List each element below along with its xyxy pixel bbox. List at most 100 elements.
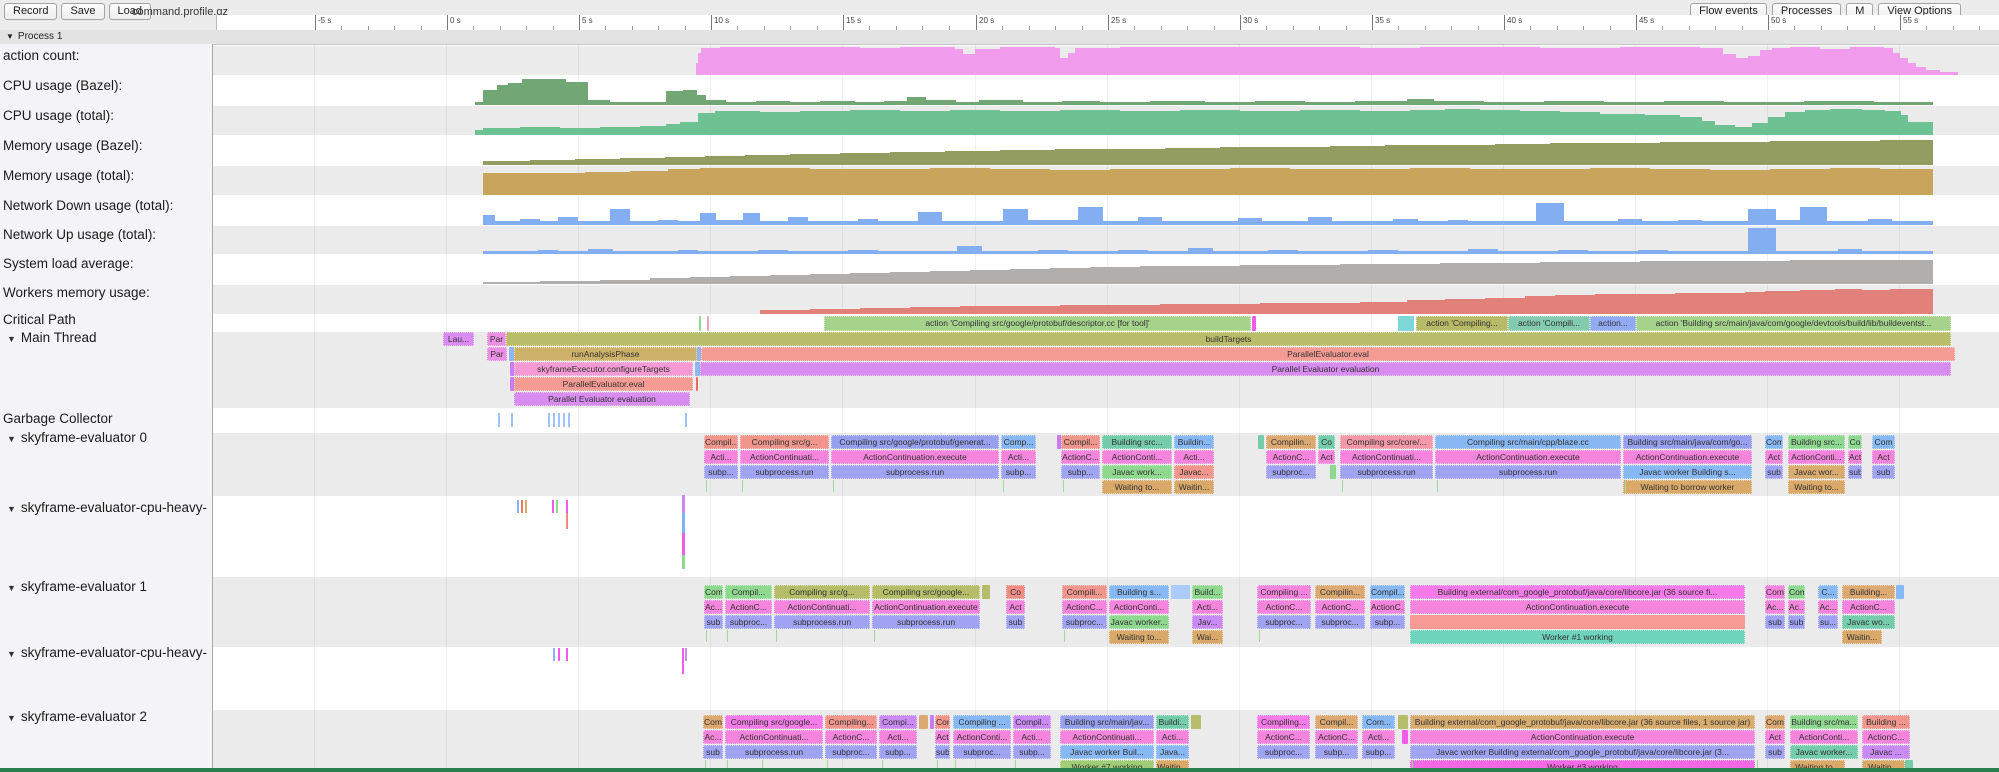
trace-event-bar[interactable]: ActionContinuation.execute	[1410, 600, 1745, 614]
trace-event-bar[interactable]: Compil...	[1061, 435, 1100, 449]
trace-event-bar[interactable]: Building src/ma...	[1790, 715, 1858, 729]
trace-event-tick[interactable]	[521, 500, 523, 513]
trace-event-bar[interactable]: action...	[1590, 316, 1636, 331]
trace-event-bar[interactable]: Javac ...	[1862, 745, 1910, 759]
track-label-skyframe-evaluator-cpu-heavy[interactable]: ▼skyframe-evaluator-cpu-heavy-	[3, 645, 207, 660]
trace-event-bar[interactable]: Compiling src/main/cpp/blaze.cc	[1435, 435, 1621, 449]
trace-event-bar[interactable]: Building src/main/jav...	[1060, 715, 1154, 729]
trace-event-tick[interactable]	[552, 500, 554, 513]
trace-event-bar[interactable]: Act	[935, 730, 950, 744]
trace-event-bar[interactable]: Acti...	[1013, 730, 1051, 744]
trace-event-tick[interactable]	[776, 630, 777, 642]
trace-event-bar[interactable]: ActionContinuation.execute	[872, 600, 980, 614]
trace-event-bar[interactable]: subp...	[1315, 745, 1358, 759]
trace-event-bar[interactable]: Compi...	[879, 715, 917, 729]
trace-event-bar[interactable]: Ac...	[703, 730, 723, 744]
cpu-usage-bazel-chart[interactable]	[213, 76, 1999, 105]
trace-event-bar[interactable]: Act	[1848, 450, 1862, 464]
trace-event-bar[interactable]: action 'Compili...	[1508, 316, 1590, 331]
trace-event-bar[interactable]: Building src...	[1102, 435, 1172, 449]
trace-event-bar[interactable]: Comp...	[1001, 435, 1036, 449]
trace-event-bar[interactable]: Compiling ...	[953, 715, 1011, 729]
cpu-usage-total-chart[interactable]	[213, 106, 1999, 135]
trace-event-bar[interactable]: subprocess.run	[1435, 465, 1621, 479]
trace-event-tick[interactable]	[558, 413, 560, 427]
trace-event-bar[interactable]: ActionContinuati...	[740, 450, 829, 464]
track-label-skyframe-evaluator-1[interactable]: ▼skyframe-evaluator 1	[3, 579, 147, 594]
trace-event-bar[interactable]: action 'Compiling src/google/protobuf/de…	[824, 316, 1251, 331]
trace-event-bar[interactable]: Building ...	[1862, 715, 1910, 729]
trace-event-bar[interactable]: Par	[487, 332, 506, 346]
trace-event-bar[interactable]: ActionContinuation.execute	[1435, 450, 1621, 464]
trace-event-tick[interactable]	[566, 500, 568, 513]
trace-event-tick[interactable]	[682, 513, 685, 533]
trace-event-bar[interactable]: Compiling src/core/...	[1340, 435, 1433, 449]
trace-event-bar[interactable]: Acti...	[1001, 450, 1036, 464]
trace-event-bar[interactable]: ActionC...	[1315, 600, 1365, 614]
trace-event-bar[interactable]: ActionConti...	[1788, 450, 1845, 464]
system-load-chart[interactable]	[213, 255, 1999, 284]
trace-event-tick[interactable]	[706, 480, 707, 492]
trace-event-tick[interactable]	[727, 630, 728, 642]
trace-event-tick[interactable]	[556, 500, 558, 513]
trace-event-bar[interactable]: Building s...	[1109, 585, 1169, 599]
trace-event-tick[interactable]	[1437, 480, 1438, 492]
trace-event-bar[interactable]: subprocess.run	[872, 615, 980, 629]
trace-event-tick[interactable]	[1625, 480, 1626, 492]
trace-event-bar[interactable]: sub	[1765, 745, 1785, 759]
trace-event-bar[interactable]: sub	[935, 745, 950, 759]
trace-event-bar[interactable]: ActionConti...	[1109, 600, 1169, 614]
trace-event-bar[interactable]: su...	[1818, 615, 1838, 629]
trace-event-bar[interactable]: Com	[703, 715, 723, 729]
trace-event-bar[interactable]: ActionC...	[1842, 600, 1895, 614]
trace-event-bar[interactable]: Compiling src/google...	[725, 715, 823, 729]
memory-usage-bazel-chart[interactable]	[213, 136, 1999, 165]
trace-event-bar[interactable]: subproc...	[1266, 465, 1316, 479]
trace-event-tick[interactable]	[563, 413, 565, 427]
trace-event-tick[interactable]	[1063, 480, 1064, 492]
trace-event-bar[interactable]: ActionC...	[1061, 450, 1100, 464]
trace-event-bar[interactable]: Act	[1765, 730, 1785, 744]
track-label-system-load-average[interactable]: System load average:	[3, 256, 134, 271]
trace-event-bar[interactable]: ActionC...	[1370, 600, 1405, 614]
trace-event-bar[interactable]	[707, 316, 709, 331]
track-label-cpu-usage-total[interactable]: CPU usage (total):	[3, 108, 114, 123]
trace-event-bar[interactable]	[982, 585, 990, 599]
trace-event-tick[interactable]	[553, 413, 555, 427]
trace-event-bar[interactable]: Compiling src/g...	[740, 435, 829, 449]
record-button[interactable]: Record	[4, 3, 57, 20]
network-down-chart[interactable]	[213, 196, 1999, 225]
trace-event-bar[interactable]: Javac worker Building s...	[1623, 465, 1752, 479]
trace-event-bar[interactable]: Acti...	[879, 730, 917, 744]
trace-event-bar[interactable]: skyframeExecutor.configureTargets	[514, 362, 693, 376]
trace-event-bar[interactable]: Lau...	[443, 332, 474, 346]
trace-event-bar[interactable]: Compiling...	[1257, 715, 1310, 729]
trace-event-tick[interactable]	[1003, 480, 1004, 492]
trace-event-tick[interactable]	[566, 648, 568, 661]
trace-event-bar[interactable]: sub	[1872, 465, 1895, 479]
trace-event-bar[interactable]: Parallel Evaluator evaluation	[700, 362, 1951, 376]
save-button[interactable]: Save	[61, 3, 104, 20]
trace-event-bar[interactable]: ActionC...	[725, 600, 772, 614]
trace-event-bar[interactable]: ActionC...	[1862, 730, 1910, 744]
trace-event-bar[interactable]: Javac wor...	[1788, 465, 1845, 479]
trace-event-bar[interactable]: subproc...	[725, 615, 772, 629]
trace-event-bar[interactable]: Com	[1765, 585, 1785, 599]
trace-event-bar[interactable]: Building external/com_google_protobuf/ja…	[1410, 585, 1745, 599]
trace-event-bar[interactable]: Javac wo...	[1842, 615, 1895, 629]
trace-event-bar[interactable]: Co	[1848, 435, 1862, 449]
trace-event-bar[interactable]: Co	[1318, 435, 1335, 449]
track-label-skyframe-evaluator-0[interactable]: ▼skyframe-evaluator 0	[3, 430, 147, 445]
trace-event-bar[interactable]: Ac...	[1788, 600, 1805, 614]
trace-event-bar[interactable]: ActionContinuation.execute	[831, 450, 999, 464]
trace-event-bar[interactable]: ActionConti...	[1102, 450, 1172, 464]
trace-event-bar[interactable]: Co	[1006, 585, 1025, 599]
trace-event-bar[interactable]: subprocess.run	[725, 745, 823, 759]
trace-event-bar[interactable]	[1191, 715, 1201, 729]
track-label-workers-memory-usage[interactable]: Workers memory usage:	[3, 285, 150, 300]
trace-event-bar[interactable]: action 'Building src/main/java/com/googl…	[1636, 316, 1951, 331]
trace-event-bar[interactable]: subprocess.run	[831, 465, 999, 479]
trace-event-bar[interactable]: Par	[487, 347, 507, 361]
trace-event-bar[interactable]: Compiling...	[825, 715, 877, 729]
trace-event-tick[interactable]	[706, 630, 707, 642]
